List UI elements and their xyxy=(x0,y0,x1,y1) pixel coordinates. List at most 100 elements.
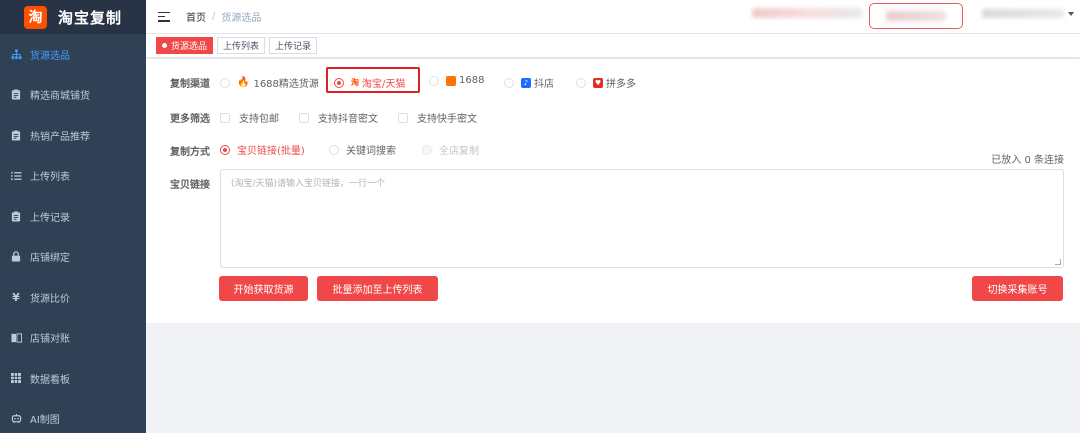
radio-button[interactable] xyxy=(334,77,344,88)
sidebar-item-label: 货源比价 xyxy=(30,293,70,305)
option-label: 支持包邮 xyxy=(239,114,279,125)
option-label: 1688精选货源 xyxy=(253,79,319,90)
option-label: 淘宝/天猫 xyxy=(362,79,406,90)
active-dot-icon xyxy=(162,43,167,48)
taobao-icon: 淘 xyxy=(351,77,359,88)
sidebar-item-featured-mall[interactable]: 精选商城铺货 xyxy=(0,75,146,116)
option-label: 支持快手密文 xyxy=(417,114,477,125)
option-label: 关键词搜索 xyxy=(346,146,396,157)
tag-label: 上传记录 xyxy=(275,42,312,52)
radio-button[interactable] xyxy=(329,144,339,155)
sidebar-item-label: 精选商城铺货 xyxy=(30,91,90,103)
sidebar: 淘 淘宝复制 货源选品 精选商城铺货 热销产品推荐 上传列表 上传记录 店铺绑定… xyxy=(0,0,146,433)
clipboard-icon xyxy=(10,89,22,101)
sidebar-item-upload-records[interactable]: 上传记录 xyxy=(0,196,146,237)
links-textarea-wrapper xyxy=(220,169,1064,268)
option-label: 支持抖音密文 xyxy=(318,114,378,125)
table-icon xyxy=(10,372,22,384)
tag-upload-records[interactable]: 上传记录 xyxy=(269,37,318,54)
sidebar-item-label: 店铺对账 xyxy=(30,334,70,346)
filter-kuaishou-ciphertext[interactable]: 支持快手密文 xyxy=(398,110,477,125)
resize-handle-icon[interactable] xyxy=(1055,259,1061,265)
breadcrumb-current: 货源选品 xyxy=(221,13,262,24)
sidebar-item-label: 上传记录 xyxy=(30,212,70,224)
sidebar-menu: 货源选品 精选商城铺货 热销产品推荐 上传列表 上传记录 店铺绑定 ¥ 货源比价… xyxy=(0,34,146,433)
sidebar-item-label: 店铺绑定 xyxy=(30,253,70,265)
switch-account-button[interactable]: 切换采集账号 xyxy=(972,276,1063,301)
sidebar-item-dashboard[interactable]: 数据看板 xyxy=(0,358,146,399)
redacted-notice xyxy=(752,8,862,18)
sidebar-item-hot-products[interactable]: 热销产品推荐 xyxy=(0,115,146,156)
filters-label: 更多筛选 xyxy=(170,114,210,125)
list-icon xyxy=(10,170,22,182)
1688-icon xyxy=(446,75,456,86)
radio-button[interactable] xyxy=(504,77,514,88)
app-logo: 淘 xyxy=(24,5,47,29)
book-icon xyxy=(10,332,22,344)
links-label: 宝贝链接 xyxy=(170,180,210,191)
caret-down-icon[interactable] xyxy=(1068,12,1074,16)
filter-douyin-ciphertext[interactable]: 支持抖音密文 xyxy=(299,110,378,125)
sidebar-item-shop-binding[interactable]: 店铺绑定 xyxy=(0,237,146,278)
channel-option-pinduoduo[interactable]: ♥ 拼多多 xyxy=(576,75,636,90)
tag-source-selection[interactable]: 货源选品 xyxy=(156,37,214,54)
filter-free-shipping[interactable]: 支持包邮 xyxy=(220,110,279,125)
account-box[interactable] xyxy=(869,3,963,29)
tag-upload-list[interactable]: 上传列表 xyxy=(217,37,266,54)
option-label: 1688 xyxy=(459,75,485,86)
sidebar-item-price-compare[interactable]: ¥ 货源比价 xyxy=(0,277,146,318)
tags-view-bar: 货源选品 上传列表 上传记录 xyxy=(146,34,1080,58)
sidebar-item-source-selection[interactable]: 货源选品 xyxy=(0,34,146,75)
app-title: 淘宝复制 xyxy=(58,8,123,27)
sidebar-item-ai-image[interactable]: AI制图 xyxy=(0,399,146,433)
douyin-shop-icon: ♪ xyxy=(521,77,531,88)
checkbox[interactable] xyxy=(299,112,309,123)
redacted-user-id xyxy=(982,9,1064,18)
breadcrumb-home[interactable]: 首页 xyxy=(186,9,206,24)
radio-button[interactable] xyxy=(576,77,586,88)
method-option-keyword-search[interactable]: 关键词搜索 xyxy=(329,142,396,157)
sidebar-item-label: 上传列表 xyxy=(30,172,70,184)
method-option-full-shop: 全店复制 xyxy=(422,142,479,157)
radio-button[interactable] xyxy=(429,75,439,86)
channel-option-1688-featured[interactable]: 🔥 1688精选货源 xyxy=(220,75,319,90)
breadcrumb: 首页 / 货源选品 xyxy=(186,9,261,24)
links-textarea[interactable] xyxy=(221,170,1063,267)
radio-button[interactable] xyxy=(220,144,230,155)
sidebar-item-upload-list[interactable]: 上传列表 xyxy=(0,156,146,197)
sidebar-item-label: 货源选品 xyxy=(30,50,70,62)
option-label: 抖店 xyxy=(534,79,554,90)
sitemap-icon xyxy=(10,48,22,60)
sidebar-item-label: 热销产品推荐 xyxy=(30,131,90,143)
checkbox[interactable] xyxy=(220,112,230,123)
channel-option-1688[interactable]: 1688 xyxy=(429,75,484,86)
pinduoduo-icon: ♥ xyxy=(593,77,603,88)
link-counter: 已放入 0 条连接 xyxy=(991,155,1064,166)
top-header: 首页 / 货源选品 xyxy=(146,0,1080,34)
option-label: 拼多多 xyxy=(606,79,636,90)
clipboard-icon xyxy=(10,129,22,141)
redacted-account xyxy=(886,11,946,21)
radio-button[interactable] xyxy=(220,77,230,88)
logo-bar: 淘 淘宝复制 xyxy=(0,0,146,34)
breadcrumb-separator: / xyxy=(212,11,216,22)
option-label: 全店复制 xyxy=(439,146,479,157)
main-panel: 复制渠道 🔥 1688精选货源 淘 淘宝/天猫 1688 ♪ 抖店 ♥ 拼多多 … xyxy=(146,59,1080,323)
clipboard-icon xyxy=(10,210,22,222)
tag-label: 上传列表 xyxy=(223,42,260,52)
flame-icon: 🔥 xyxy=(237,77,250,88)
sidebar-item-label: 数据看板 xyxy=(30,374,70,386)
start-fetch-button[interactable]: 开始获取货源 xyxy=(219,276,308,301)
channel-option-taobao-tmall[interactable]: 淘 淘宝/天猫 xyxy=(334,75,405,90)
hamburger-icon[interactable] xyxy=(158,11,170,22)
checkbox[interactable] xyxy=(398,112,408,123)
sidebar-item-shop-reconcile[interactable]: 店铺对账 xyxy=(0,318,146,359)
batch-add-to-upload-list-button[interactable]: 批量添加至上传列表 xyxy=(317,276,438,301)
yen-icon: ¥ xyxy=(12,290,20,304)
method-option-link-batch[interactable]: 宝贝链接(批量) xyxy=(220,142,305,157)
radio-button xyxy=(422,144,432,155)
channel-option-douyin-shop[interactable]: ♪ 抖店 xyxy=(504,75,554,90)
robot-icon xyxy=(10,413,22,425)
method-label: 复制方式 xyxy=(170,147,210,158)
channel-label: 复制渠道 xyxy=(170,79,210,90)
